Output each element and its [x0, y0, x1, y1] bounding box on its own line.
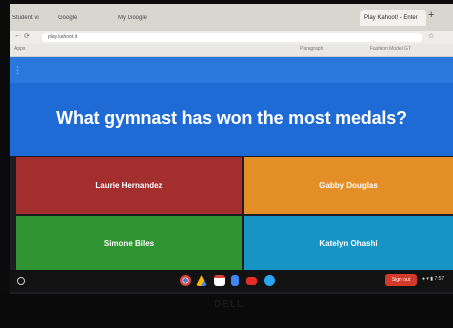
kahoot-top-bar: ⋮ — [10, 57, 453, 83]
chrome-icon[interactable] — [180, 275, 191, 286]
chromeos-shelf: Sign out ● ▾ ▮ 7:57 — [10, 270, 453, 292]
launcher-icon[interactable] — [17, 277, 25, 285]
laptop-bezel: DELL — [0, 294, 453, 328]
bookmark-paragraph[interactable]: Paragraph — [300, 46, 323, 52]
dell-logo: DELL — [214, 299, 245, 310]
tab-unknown[interactable] — [188, 10, 238, 26]
url-text: play.kahoot.it — [48, 34, 78, 40]
answer-green[interactable]: Simone Biles — [16, 216, 242, 270]
menu-icon[interactable]: ⋮ — [13, 65, 22, 76]
sign-out-button[interactable]: Sign out — [385, 274, 417, 286]
address-bar[interactable]: play.kahoot.it — [42, 33, 422, 42]
answer-red[interactable]: Laurie Hernandez — [16, 157, 242, 214]
answer-blue[interactable]: Katelyn Ohashi — [244, 216, 453, 270]
answer-label: Katelyn Ohashi — [319, 238, 378, 248]
answer-label: Laurie Hernandez — [95, 181, 163, 190]
duo-icon[interactable] — [264, 275, 275, 286]
answer-label: Gabby Douglas — [319, 181, 378, 190]
tab-my-google[interactable]: My Google — [118, 10, 178, 26]
bookmark-apps[interactable]: Apps — [14, 46, 25, 52]
bookmarks-bar: Apps Paragraph Fashion Model GT — [10, 44, 453, 57]
browser-tabstrip: Student vi Google My Google Play Kahoot!… — [10, 4, 453, 31]
gmail-icon[interactable] — [214, 275, 225, 286]
docs-icon[interactable] — [231, 275, 239, 286]
drive-icon[interactable] — [196, 275, 207, 286]
question-area: What gymnast has won the most medals? — [10, 83, 453, 156]
answer-label: Simone Biles — [103, 238, 155, 248]
question-text: What gymnast has won the most medals? — [56, 108, 407, 128]
reload-icon[interactable]: ⟳ — [24, 32, 30, 40]
bookmark-fashion[interactable]: Fashion Model GT — [370, 46, 411, 52]
browser-toolbar: ← ⟳ play.kahoot.it ☆ — [10, 31, 453, 44]
laptop-screen: Student vi Google My Google Play Kahoot!… — [10, 4, 453, 294]
tab-kahoot[interactable]: Play Kahoot! - Enter — [360, 10, 426, 26]
new-tab-button[interactable]: + — [428, 9, 434, 21]
answer-orange[interactable]: Gabby Douglas — [244, 157, 453, 214]
youtube-icon[interactable] — [246, 277, 257, 285]
tab-other[interactable] — [248, 10, 308, 26]
back-icon[interactable]: ← — [14, 32, 21, 39]
status-tray[interactable]: ● ▾ ▮ 7:57 — [422, 276, 444, 282]
tab-student[interactable]: Student vi — [12, 10, 52, 26]
bookmark-star-icon[interactable]: ☆ — [428, 32, 434, 40]
tab-google[interactable]: Google — [58, 10, 98, 26]
